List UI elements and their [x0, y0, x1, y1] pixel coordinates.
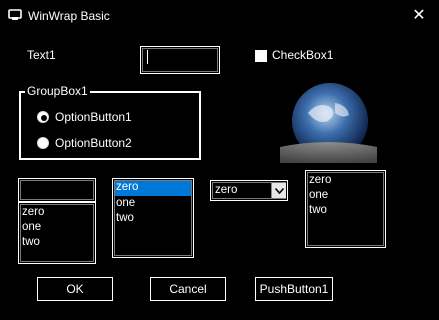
dropdown-value: zero [215, 184, 238, 196]
list-item[interactable]: two [309, 204, 327, 216]
option-button-1-label: OptionButton1 [55, 110, 132, 124]
checkbox1[interactable] [255, 50, 267, 62]
list-item[interactable]: one [309, 189, 328, 201]
push-button-1[interactable]: PushButton1 [255, 277, 333, 301]
earth-image-icon [280, 73, 377, 163]
option-button-2[interactable]: OptionButton2 [37, 136, 187, 152]
combo-simple-list[interactable]: zero one two [18, 202, 96, 264]
app-icon [8, 9, 22, 20]
groupbox1-title: GroupBox1 [25, 84, 90, 98]
radio-dot-icon [41, 115, 47, 121]
radio-unselected-icon [37, 137, 49, 149]
text-caret [147, 50, 148, 64]
ok-button[interactable]: OK [37, 277, 113, 301]
list-item[interactable]: one [116, 197, 135, 209]
option-button-2-label: OptionButton2 [55, 136, 132, 150]
list-item[interactable]: one [22, 221, 41, 233]
combo-simple-input[interactable] [18, 178, 96, 202]
list-item-selected[interactable]: zero [116, 181, 138, 193]
checkbox1-label: CheckBox1 [272, 48, 334, 62]
radio-selected-icon [37, 111, 49, 123]
list-item[interactable]: zero [309, 174, 331, 186]
text1-label: Text1 [27, 48, 56, 62]
picture-box [280, 73, 377, 163]
cancel-button[interactable]: Cancel [150, 277, 226, 301]
dropdown-combo[interactable]: zero [210, 180, 288, 201]
title-bar: WinWrap Basic ✕ [0, 0, 439, 32]
window-title: WinWrap Basic [28, 9, 110, 23]
list-item[interactable]: two [116, 212, 134, 224]
option-button-1[interactable]: OptionButton1 [37, 110, 187, 126]
close-icon[interactable]: ✕ [407, 5, 431, 27]
dropdown-button[interactable] [271, 183, 286, 198]
list-item[interactable]: two [22, 236, 40, 248]
listbox-2[interactable]: zero one two [305, 170, 386, 248]
text1-input[interactable] [140, 46, 220, 74]
list-item[interactable]: zero [22, 206, 44, 218]
chevron-down-icon [274, 187, 285, 195]
listbox[interactable]: zero one two [112, 178, 194, 258]
